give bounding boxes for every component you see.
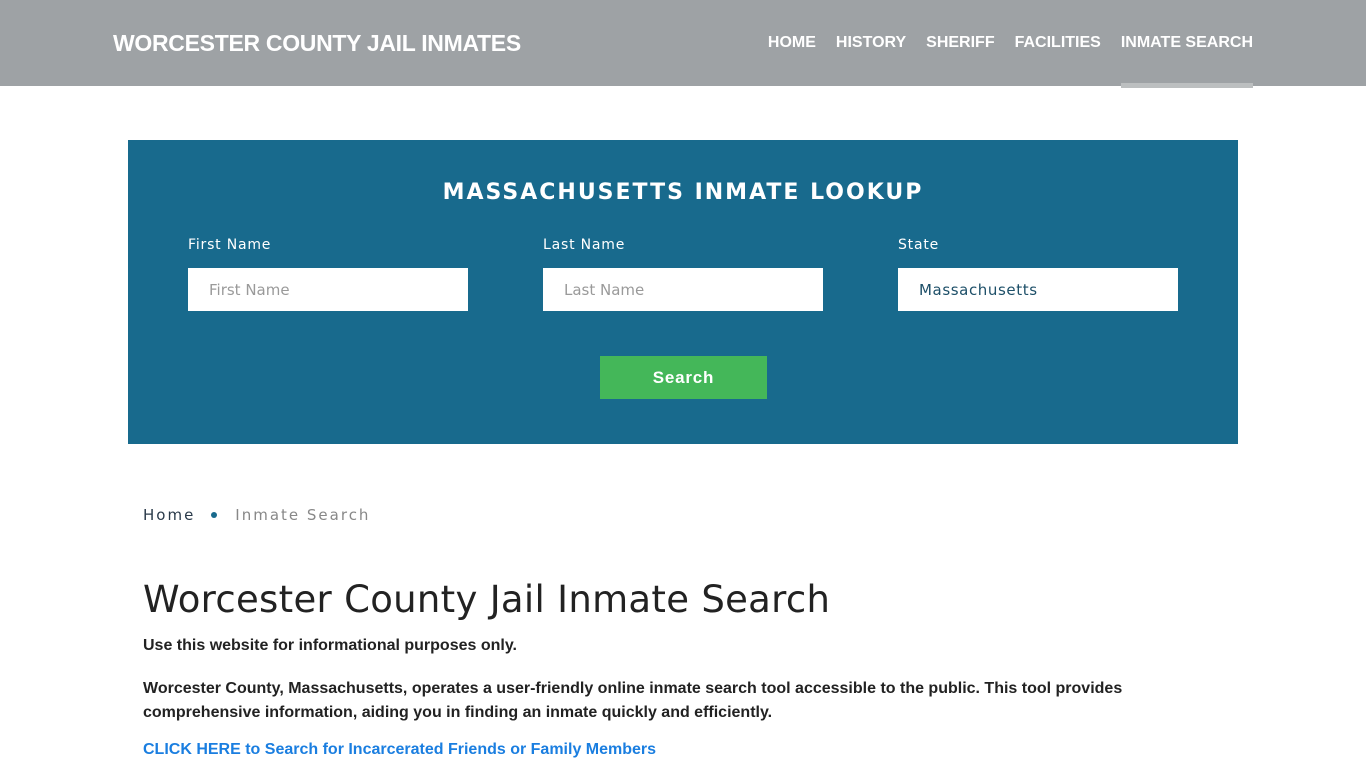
site-header: WORCESTER COUNTY JAIL INMATES HOME HISTO…	[0, 0, 1366, 88]
nav-inmate-search[interactable]: INMATE SEARCH	[1120, 0, 1254, 88]
breadcrumb: Home Inmate Search	[143, 506, 370, 524]
last-name-group: Last Name	[543, 237, 823, 311]
last-name-input[interactable]	[543, 268, 823, 311]
nav-history[interactable]: HISTORY	[836, 0, 906, 86]
search-cta-link[interactable]: CLICK HERE to Search for Incarcerated Fr…	[143, 741, 656, 759]
nav-sheriff[interactable]: SHERIFF	[926, 0, 994, 86]
state-input[interactable]	[898, 268, 1178, 311]
breadcrumb-current: Inmate Search	[235, 506, 371, 524]
breadcrumb-separator-icon	[211, 512, 218, 518]
first-name-group: First Name	[188, 237, 468, 311]
panel-title: MASSACHUSETTS INMATE LOOKUP	[442, 180, 924, 205]
search-button[interactable]: Search	[600, 356, 767, 399]
description-text: Worcester County, Massachusetts, operate…	[143, 680, 1123, 721]
breadcrumb-home-link[interactable]: Home	[143, 506, 195, 524]
site-logo-link[interactable]: WORCESTER COUNTY JAIL INMATES	[113, 30, 521, 57]
intro-text: Use this website for informational purpo…	[143, 637, 517, 654]
page-title: Worcester County Jail Inmate Search	[143, 578, 831, 621]
main-nav: HOME HISTORY SHERIFF FACILITIES INMATE S…	[748, 0, 1254, 88]
last-name-label: Last Name	[543, 237, 626, 253]
nav-home[interactable]: HOME	[768, 0, 816, 86]
first-name-input[interactable]	[188, 268, 468, 311]
nav-facilities[interactable]: FACILITIES	[1015, 0, 1101, 86]
first-name-label: First Name	[188, 237, 272, 253]
state-label: State	[898, 237, 940, 253]
state-group: State	[898, 237, 1178, 311]
